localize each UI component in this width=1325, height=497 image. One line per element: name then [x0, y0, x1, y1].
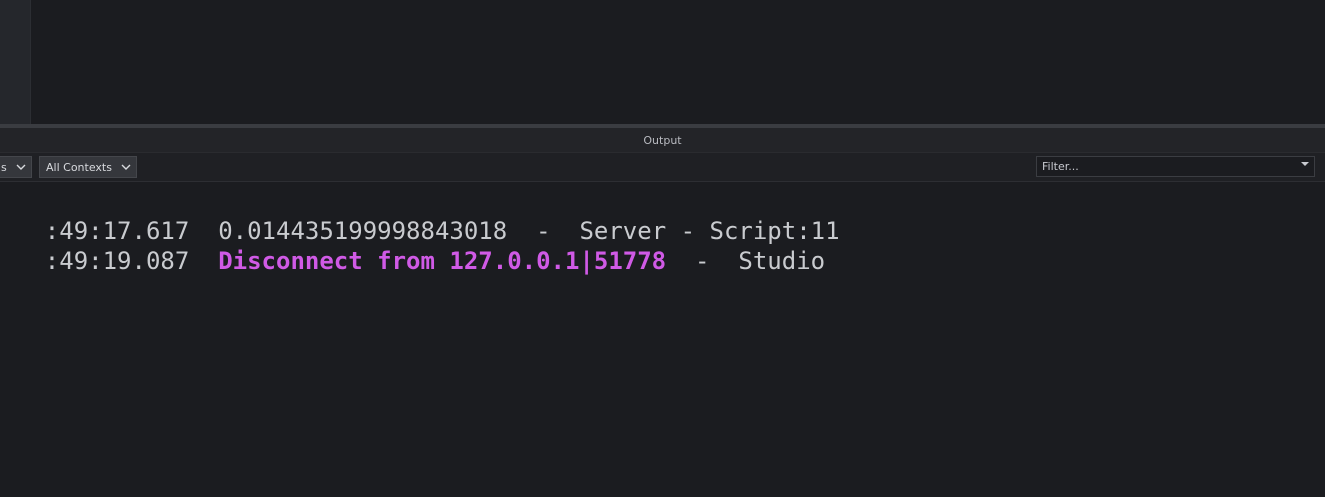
contexts-label: All Contexts [46, 160, 112, 174]
log-message: Disconnect from 127.0.0.1|51778 [218, 247, 667, 275]
log-separator: - [695, 247, 710, 275]
output-panel-header: Output [0, 128, 1325, 153]
filter-input[interactable] [1036, 156, 1315, 177]
editor-gutter [0, 0, 31, 124]
panel-title: Output [643, 133, 682, 147]
contexts-dropdown[interactable]: All Contexts [39, 156, 137, 178]
caret-down-icon[interactable] [1301, 162, 1309, 166]
log-entry[interactable]: :49:19.087 Disconnect from 127.0.0.1|517… [0, 216, 825, 275]
chevron-down-icon [16, 164, 26, 170]
log-source: Studio [738, 247, 826, 275]
output-log[interactable]: :49:17.617 0.014435199998843018 - Server… [0, 182, 1325, 497]
output-toolbar: s All Contexts [0, 153, 1325, 182]
message-levels-label: s [1, 160, 7, 174]
log-entry[interactable]: :49:17.617 0.014435199998843018 - Server… [0, 186, 840, 245]
message-levels-dropdown[interactable]: s [0, 156, 32, 178]
chevron-down-icon [121, 164, 131, 170]
log-timestamp: :49:19.087 [44, 247, 190, 275]
script-editor-area[interactable] [0, 0, 1325, 124]
